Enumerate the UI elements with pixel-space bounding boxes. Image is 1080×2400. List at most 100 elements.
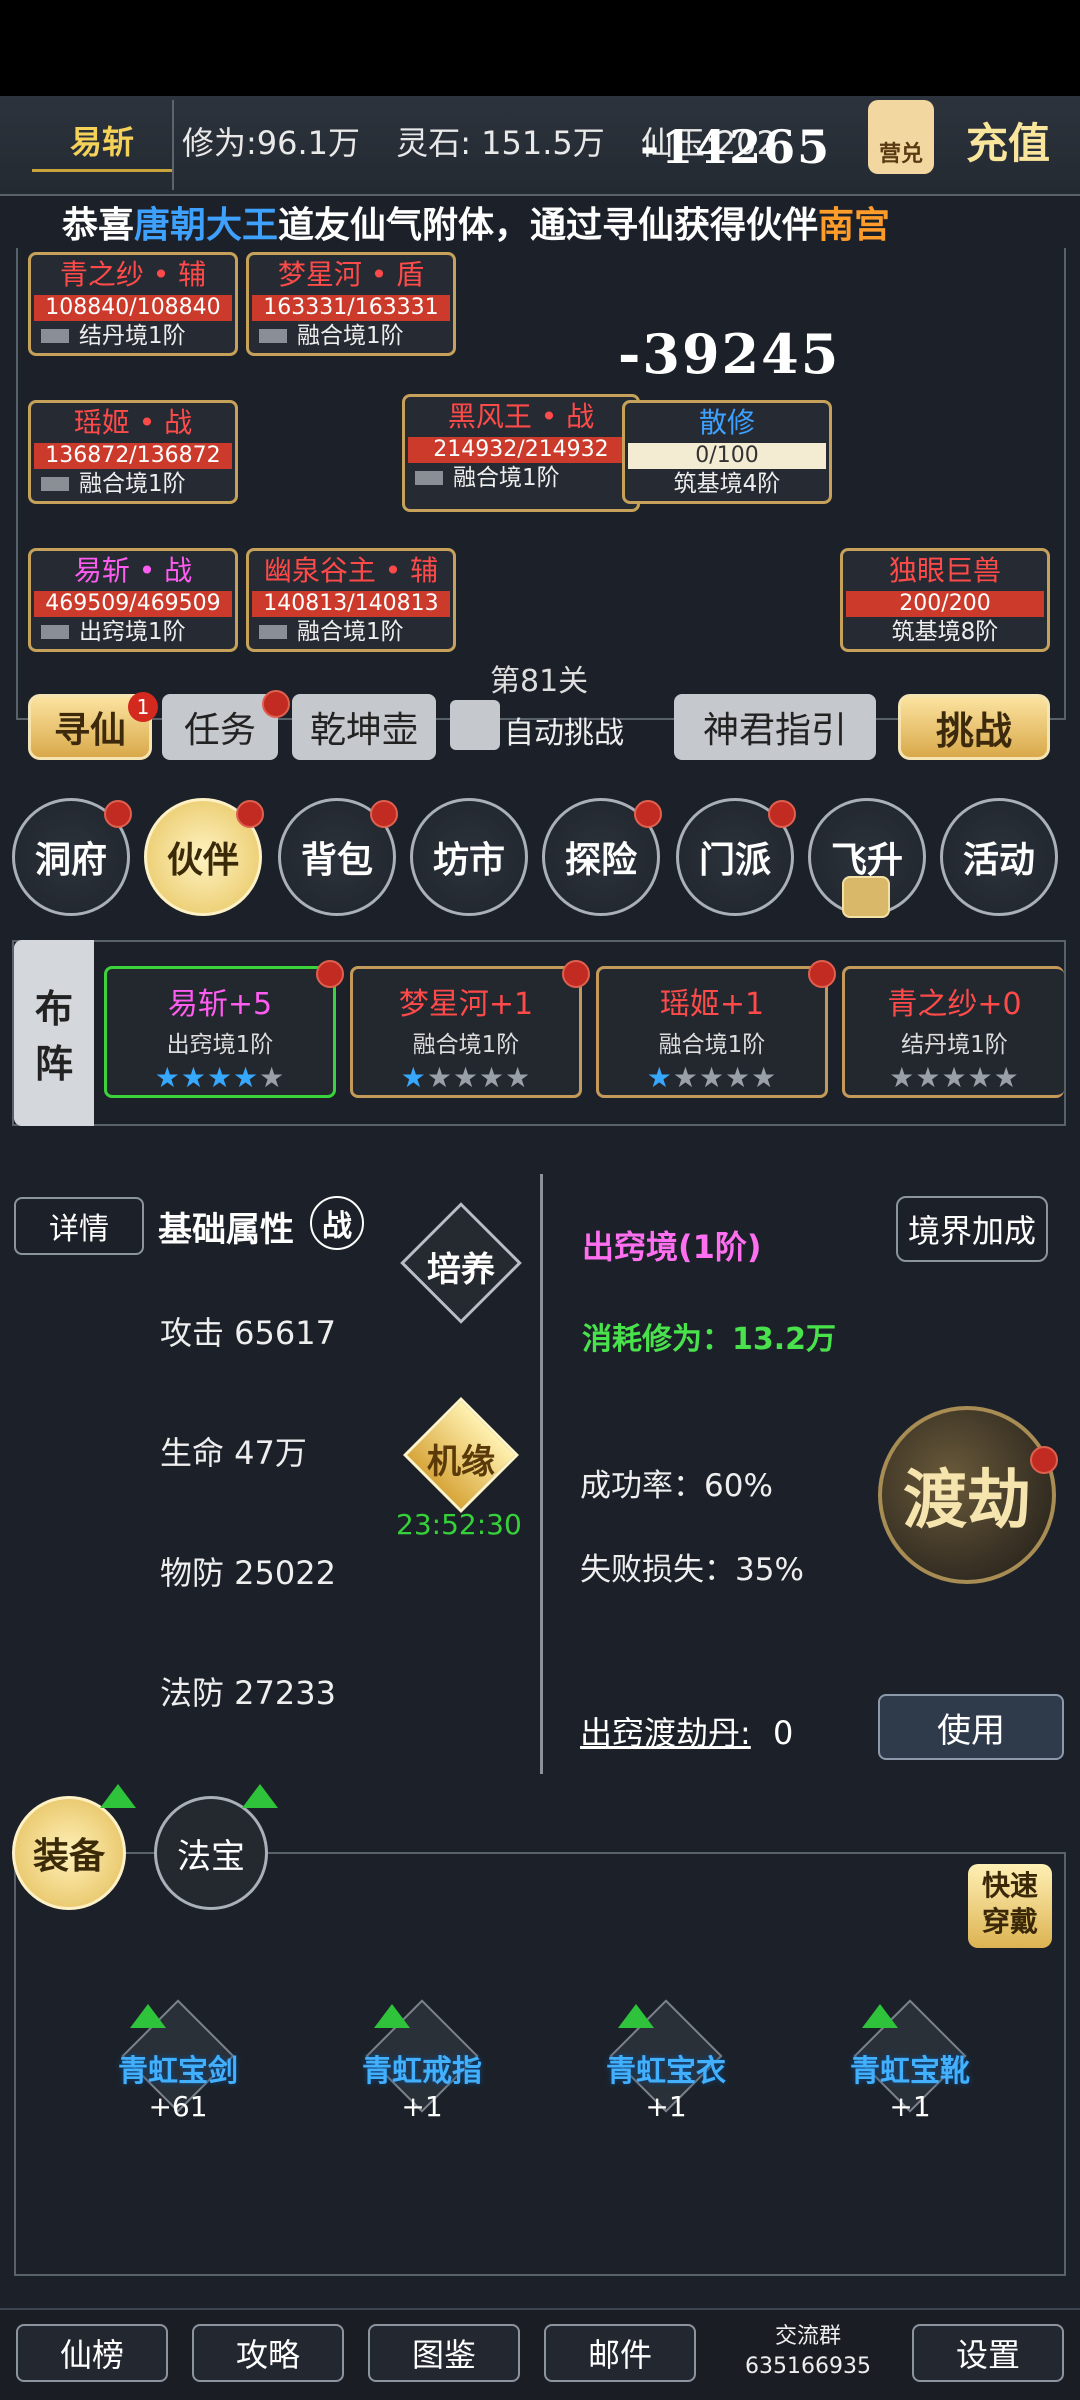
formation-card[interactable]: 瑶姬+1 融合境1阶 ★★★★★ bbox=[596, 966, 828, 1098]
status-bar bbox=[0, 0, 1080, 96]
equip-slot-armor[interactable]: 青虹宝衣 +1 bbox=[586, 1999, 746, 2123]
success-rate: 成功率：60% bbox=[580, 1468, 773, 1504]
mail-button[interactable]: 邮件 bbox=[544, 2324, 696, 2382]
upgrade-arrow-icon bbox=[130, 2004, 166, 2028]
notification-dot bbox=[370, 800, 398, 828]
star-rating: ★★★★★ bbox=[154, 1061, 286, 1094]
pill-label[interactable]: 出窍渡劫丹: bbox=[580, 1714, 751, 1752]
settings-button[interactable]: 设置 bbox=[912, 2324, 1064, 2382]
equip-slot-boots[interactable]: 青虹宝靴 +1 bbox=[830, 1999, 990, 2123]
pill-count: 0 bbox=[772, 1714, 794, 1752]
unit-name: 黑风王 • 战 bbox=[447, 400, 595, 433]
auto-battle-checkbox[interactable] bbox=[450, 700, 500, 750]
qiankun-pot-button[interactable]: 乾坤壶 bbox=[292, 694, 436, 760]
ally-unit-5[interactable]: 易斩 • 战 469509/469509 出窍境1阶 bbox=[28, 548, 238, 652]
ally-unit-4[interactable]: 黑风王 • 战 214932/214932 融合境1阶 bbox=[402, 394, 640, 512]
ally-unit-3[interactable]: 瑶姬 • 战 136872/136872 融合境1阶 bbox=[28, 400, 238, 504]
equip-level: +1 bbox=[889, 2090, 931, 2123]
tab-equipment[interactable]: 装备 bbox=[12, 1796, 126, 1910]
star-rating: ★★★★★ bbox=[889, 1061, 1020, 1094]
notification-dot bbox=[562, 960, 590, 988]
rank-button[interactable]: 仙榜 bbox=[16, 2324, 168, 2382]
unit-hp: 214932/214932 bbox=[408, 437, 634, 463]
card-realm: 融合境1阶 bbox=[658, 1032, 766, 1058]
card-realm: 结丹境1阶 bbox=[901, 1032, 1008, 1058]
atlas-button[interactable]: 图鉴 bbox=[368, 2324, 520, 2382]
fail-loss: 失败损失：35% bbox=[580, 1552, 804, 1588]
ally-unit-6[interactable]: 幽泉谷主 • 辅 140813/140813 融合境1阶 bbox=[246, 548, 456, 652]
formation-card[interactable]: 梦星河+1 融合境1阶 ★★★★★ bbox=[350, 966, 582, 1098]
realm-title: 出窍境(1阶) bbox=[582, 1228, 762, 1266]
unit-hp: 469509/469509 bbox=[34, 591, 232, 617]
equip-name: 青虹宝衣 bbox=[606, 2054, 726, 2089]
quick-wear-button[interactable]: 快速 穿戴 bbox=[968, 1864, 1052, 1948]
fortune-button[interactable]: 机缘 bbox=[422, 1434, 500, 1483]
unit-hp: 108840/108840 bbox=[34, 295, 232, 321]
tribulation-button[interactable]: 渡劫 bbox=[878, 1406, 1056, 1584]
tab-treasure[interactable]: 法宝 bbox=[154, 1796, 268, 1910]
player-name[interactable]: 易斩 bbox=[32, 110, 172, 172]
nav-activity[interactable]: 活动 bbox=[940, 798, 1058, 916]
community-group[interactable]: 交流群 635166935 bbox=[738, 2322, 878, 2382]
formation-tab[interactable]: 布 阵 bbox=[14, 940, 94, 1126]
recharge-icon[interactable]: 营兑 bbox=[868, 100, 934, 174]
card-name: 青之纱+0 bbox=[887, 987, 1022, 1022]
unit-name: 独眼巨兽 bbox=[888, 554, 1001, 587]
magic-def-stat: 法防 27233 bbox=[160, 1674, 336, 1712]
equip-name: 青虹宝剑 bbox=[118, 2054, 238, 2089]
marquee-partner: 南宫 bbox=[818, 205, 891, 246]
recharge-button[interactable]: 充值 bbox=[966, 110, 1050, 171]
marquee-player: 唐朝大王 bbox=[134, 205, 279, 246]
unit-realm: 融合境1阶 bbox=[297, 323, 404, 349]
spirit-stones-value: 灵石: 151.5万 bbox=[396, 124, 605, 162]
attributes-title: 基础属性 bbox=[158, 1210, 294, 1250]
enemy-unit-1[interactable]: 散修 0/100 筑基境4阶 bbox=[622, 400, 832, 504]
realm-icon bbox=[415, 471, 443, 485]
notification-dot bbox=[1030, 1446, 1058, 1474]
upgrade-arrow-icon bbox=[862, 2004, 898, 2028]
realm-icon bbox=[259, 625, 287, 639]
star-rating: ★★★★★ bbox=[400, 1061, 532, 1094]
use-button[interactable]: 使用 bbox=[878, 1694, 1064, 1760]
ally-unit-1[interactable]: 青之纱 • 辅 108840/108840 结丹境1阶 bbox=[28, 252, 238, 356]
guide-book-button[interactable]: 攻略 bbox=[192, 2324, 344, 2382]
challenge-button[interactable]: 挑战 bbox=[898, 694, 1050, 760]
details-button[interactable]: 详情 bbox=[14, 1197, 144, 1255]
quick-wear-label-1: 快速 bbox=[981, 1869, 1038, 1902]
fortune-timer: 23:52:30 bbox=[396, 1508, 522, 1541]
divider bbox=[172, 100, 174, 190]
formation-card[interactable]: 易斩+5 出窍境1阶 ★★★★★ bbox=[104, 966, 336, 1098]
floating-damage-number: -39245 bbox=[618, 322, 841, 386]
ally-unit-2[interactable]: 梦星河 • 盾 163331/163331 融合境1阶 bbox=[246, 252, 456, 356]
notification-dot bbox=[808, 960, 836, 988]
notification-dot bbox=[104, 800, 132, 828]
notification-dot bbox=[236, 800, 264, 828]
unit-realm: 融合境1阶 bbox=[297, 619, 404, 645]
train-button[interactable]: 培养 bbox=[422, 1242, 500, 1291]
cultivation-value: 修为:96.1万 bbox=[182, 124, 361, 162]
task-button[interactable]: 任务 bbox=[162, 694, 278, 760]
divider bbox=[540, 1174, 543, 1774]
formation-card[interactable]: 青之纱+0 结丹境1阶 ★★★★★ bbox=[842, 966, 1064, 1098]
realm-bonus-button[interactable]: 境界加成 bbox=[896, 1196, 1048, 1262]
enemy-unit-2[interactable]: 独眼巨兽 200/200 筑基境8阶 bbox=[840, 548, 1050, 652]
nav-market[interactable]: 坊市 bbox=[410, 798, 528, 916]
equip-name: 青虹戒指 bbox=[362, 2054, 482, 2089]
star-rating: ★★★★★ bbox=[646, 1061, 778, 1094]
equip-name: 青虹宝靴 bbox=[850, 2054, 970, 2089]
upgrade-arrow-icon bbox=[374, 2004, 410, 2028]
unit-hp: 140813/140813 bbox=[252, 591, 450, 617]
equip-slot-weapon[interactable]: 青虹宝剑 +61 bbox=[98, 1999, 258, 2123]
marquee-middle: 道友仙气附体，通过寻仙获得伙伴 bbox=[278, 205, 819, 246]
notification-dot bbox=[316, 960, 344, 988]
notification-dot bbox=[634, 800, 662, 828]
announcement-marquee: 恭喜 唐朝大王 道友仙气附体，通过寻仙获得伙伴 南宫 bbox=[0, 196, 1080, 248]
consume-cultivation: 消耗修为：13.2万 bbox=[582, 1322, 837, 1357]
card-realm: 出窍境1阶 bbox=[166, 1032, 274, 1058]
equip-slot-ring[interactable]: 青虹戒指 +1 bbox=[342, 1999, 502, 2123]
quick-wear-label-2: 穿戴 bbox=[981, 1905, 1038, 1938]
guide-button[interactable]: 神君指引 bbox=[674, 694, 876, 760]
upgrade-arrow-icon bbox=[618, 2004, 654, 2028]
notification-badge: 1 bbox=[128, 692, 158, 722]
equip-level: +1 bbox=[401, 2090, 443, 2123]
